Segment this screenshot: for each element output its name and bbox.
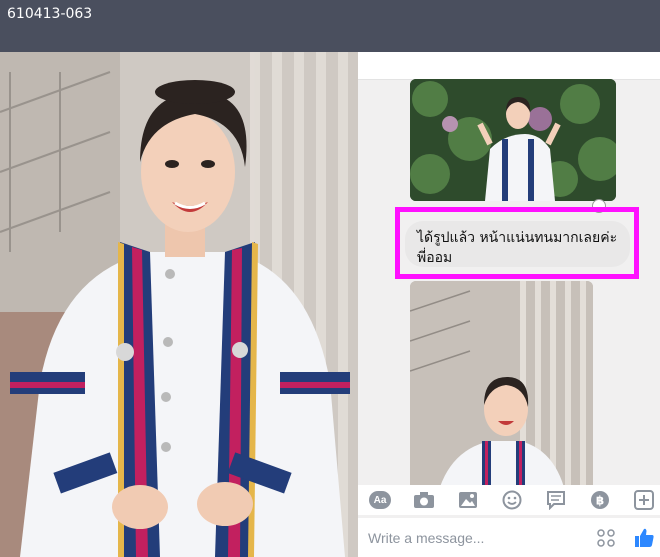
message-bubble-icon[interactable]: [544, 488, 568, 512]
top-bar: 610413-063: [0, 0, 660, 52]
aa-label: Aa: [373, 494, 387, 506]
message-input[interactable]: Write a message...: [368, 530, 484, 546]
baht-icon[interactable]: ฿: [588, 488, 612, 512]
thumbs-up-icon[interactable]: [632, 526, 656, 550]
graduation-photo: [0, 52, 358, 557]
chat-header: [358, 52, 660, 80]
highlight-box: [395, 207, 639, 279]
text-format-icon[interactable]: Aa: [368, 488, 392, 512]
window-title: 610413-063: [7, 6, 93, 22]
camera-icon[interactable]: [412, 488, 436, 512]
image-icon[interactable]: [456, 488, 480, 512]
photo-thumbnail[interactable]: [410, 79, 616, 201]
svg-text:฿: ฿: [596, 494, 604, 508]
plus-icon[interactable]: [632, 488, 656, 512]
composer-toolbar: Aa ฿: [358, 485, 660, 515]
messenger-panel: [358, 52, 660, 557]
message-composer: Write a message...: [358, 518, 660, 557]
emoji-icon[interactable]: [500, 488, 524, 512]
photo-thumbnail[interactable]: [410, 281, 593, 506]
dots-grid-icon[interactable]: [594, 526, 618, 550]
